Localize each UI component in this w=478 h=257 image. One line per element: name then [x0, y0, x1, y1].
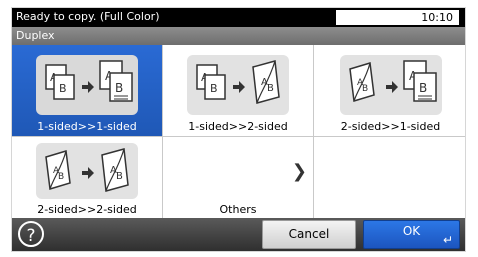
- empty-tile: [314, 137, 465, 220]
- 2-sided-to-1-sided-icon: A B A B: [339, 55, 442, 115]
- svg-text:B: B: [419, 81, 427, 95]
- 2-sided-to-2-sided-icon: A B A B: [36, 143, 138, 199]
- copier-screen: Ready to copy. (Full Color) 10:10 Duplex…: [11, 7, 466, 252]
- help-button[interactable]: ?: [18, 221, 44, 247]
- status-message: Ready to copy. (Full Color): [16, 10, 160, 23]
- 1-sided-to-2-sided-icon: A B A B: [187, 55, 289, 115]
- option-2-sided-to-2-sided[interactable]: A B A B 2-sided>>2-sided: [12, 137, 163, 220]
- option-label: 2-sided>>1-sided: [340, 120, 441, 133]
- option-2-sided-to-1-sided[interactable]: A B A B 2-sided>>1-sided: [314, 45, 465, 137]
- cancel-button[interactable]: Cancel: [262, 220, 356, 249]
- svg-text:B: B: [210, 82, 218, 95]
- option-1-sided-to-2-sided[interactable]: A B A B 1-sided>>2-sided: [163, 45, 314, 137]
- bottom-bar: ? Cancel OK ↵: [12, 218, 465, 251]
- status-bar: Ready to copy. (Full Color) 10:10: [12, 8, 465, 27]
- option-label: 1-sided>>2-sided: [188, 120, 288, 133]
- option-label: 2-sided>>2-sided: [37, 203, 137, 216]
- svg-text:B: B: [58, 172, 64, 182]
- help-icon: ?: [26, 226, 36, 246]
- duplex-options-grid: A B A B 1-sided>>1-sided A B: [12, 45, 465, 220]
- others-label: Others: [219, 203, 257, 216]
- enter-icon: ↵: [442, 233, 453, 247]
- others-button[interactable]: ❯ Others: [163, 137, 314, 220]
- svg-text:B: B: [59, 82, 67, 95]
- cancel-label: Cancel: [288, 227, 330, 241]
- clock-time: 10:10: [421, 11, 453, 24]
- clock: 10:10: [336, 10, 459, 25]
- 1-sided-to-1-sided-icon: A B A B: [36, 55, 138, 115]
- chevron-right-icon: ❯: [291, 161, 307, 182]
- option-label: 1-sided>>1-sided: [37, 120, 137, 133]
- ok-button[interactable]: OK ↵: [363, 220, 460, 249]
- option-1-sided-to-1-sided[interactable]: A B A B 1-sided>>1-sided: [12, 45, 163, 137]
- svg-text:B: B: [362, 84, 368, 94]
- svg-text:B: B: [267, 83, 274, 94]
- screen-title: Duplex: [12, 27, 465, 45]
- svg-text:B: B: [116, 171, 123, 182]
- svg-text:B: B: [115, 81, 123, 95]
